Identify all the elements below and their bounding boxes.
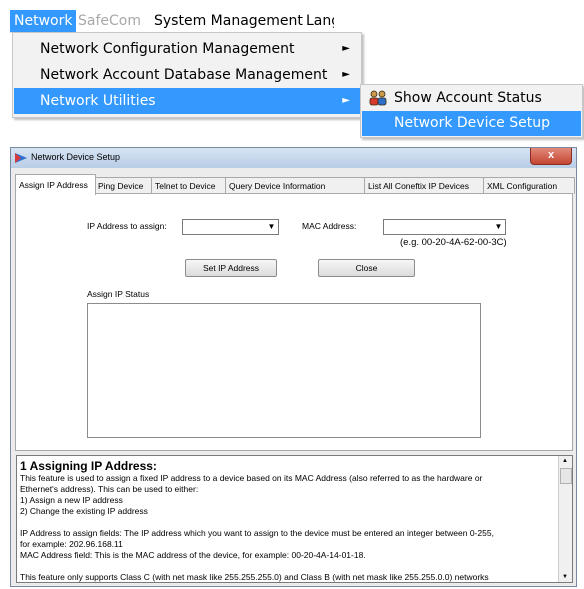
menu-item-label: Show Account Status: [394, 90, 542, 106]
help-line: This feature only supports Class C (with…: [20, 572, 489, 582]
menu-item-show-account-status[interactable]: Show Account Status: [362, 86, 581, 111]
scroll-thumb[interactable]: [560, 468, 572, 484]
submenu-arrow-icon: ►: [342, 69, 350, 80]
tab-query-device-information[interactable]: Query Device Information: [225, 177, 366, 194]
close-button[interactable]: Close: [318, 259, 415, 277]
app-icon: [15, 153, 27, 163]
menu-item-label: Network Utilities: [40, 93, 156, 109]
tab-ping-device[interactable]: Ping Device: [94, 177, 153, 194]
mac-example-hint: (e.g. 00-20-4A-62-00-3C): [400, 237, 507, 248]
help-line: IP Address to assign fields: The IP addr…: [20, 528, 494, 538]
users-icon: [369, 90, 387, 106]
menu-item-network-device-setup[interactable]: Network Device Setup: [362, 111, 581, 136]
menu-system-management[interactable]: System Management: [150, 10, 308, 32]
mac-address-combo[interactable]: ▼: [383, 219, 506, 235]
ip-address-combo[interactable]: ▼: [182, 219, 279, 235]
help-line: Ethernet's address). This can be used to…: [20, 484, 199, 494]
tab-assign-ip-address[interactable]: Assign IP Address: [15, 174, 96, 195]
scroll-up-icon[interactable]: ▲: [562, 458, 568, 464]
menu-item-network-utilities[interactable]: Network Utilities ►: [14, 88, 360, 114]
menu-safecom[interactable]: SafeCom: [74, 10, 152, 32]
window-title: Network Device Setup: [31, 152, 121, 162]
set-ip-address-button[interactable]: Set IP Address: [185, 259, 277, 277]
help-text: 1 Assigning IP Address: This feature is …: [20, 460, 555, 583]
ip-address-label: IP Address to assign:: [87, 221, 167, 231]
menu-network[interactable]: Network: [10, 10, 76, 32]
submenu-arrow-icon: ►: [342, 43, 350, 54]
menu-item-network-configuration-management[interactable]: Network Configuration Management ►: [14, 36, 360, 62]
help-text-pane[interactable]: 1 Assigning IP Address: This feature is …: [16, 455, 573, 583]
menu-language[interactable]: Lang: [302, 10, 334, 32]
assign-ip-status-label: Assign IP Status: [87, 289, 150, 299]
mac-address-label: MAC Address:: [302, 221, 357, 231]
network-menu-dropdown: Network Configuration Management ► Netwo…: [12, 32, 362, 118]
help-line: for example: 202.96.168.11: [20, 539, 123, 549]
title-bar[interactable]: Network Device Setup x: [11, 148, 576, 168]
help-heading: 1 Assigning IP Address:: [20, 459, 157, 473]
help-line: This feature is used to assign a fixed I…: [20, 473, 483, 483]
scroll-down-icon[interactable]: ▼: [562, 574, 568, 580]
menu-item-label: Network Device Setup: [394, 115, 550, 131]
help-line: MAC Address field: This is the MAC addre…: [20, 550, 366, 560]
chevron-down-icon[interactable]: ▼: [492, 220, 505, 234]
menu-bar: Network SafeCom System Management Lang: [10, 10, 334, 33]
network-utilities-submenu: Show Account Status Network Device Setup: [360, 84, 583, 138]
tab-strip: Assign IP Address Ping Device Telnet to …: [15, 174, 575, 195]
menu-item-label: Network Configuration Management: [40, 41, 295, 57]
help-line: 1) Assign a new IP address: [20, 495, 123, 505]
menu-item-label: Network Account Database Management: [40, 67, 328, 83]
tab-xml-configuration[interactable]: XML Configuration: [483, 177, 575, 194]
network-device-setup-window: Network Device Setup x Assign IP Address…: [10, 147, 577, 587]
submenu-arrow-icon: ►: [342, 95, 350, 106]
help-scrollbar[interactable]: ▲ ▼: [558, 456, 572, 582]
tab-telnet-to-device[interactable]: Telnet to Device: [151, 177, 227, 194]
menu-item-network-account-database-management[interactable]: Network Account Database Management ►: [14, 62, 360, 88]
chevron-down-icon[interactable]: ▼: [265, 220, 278, 234]
help-line: 2) Change the existing IP address: [20, 506, 148, 516]
window-close-button[interactable]: x: [530, 148, 572, 165]
assign-ip-status-box[interactable]: [87, 303, 481, 438]
tab-list-all-devices[interactable]: List All Coneftix IP Devices: [364, 177, 485, 194]
